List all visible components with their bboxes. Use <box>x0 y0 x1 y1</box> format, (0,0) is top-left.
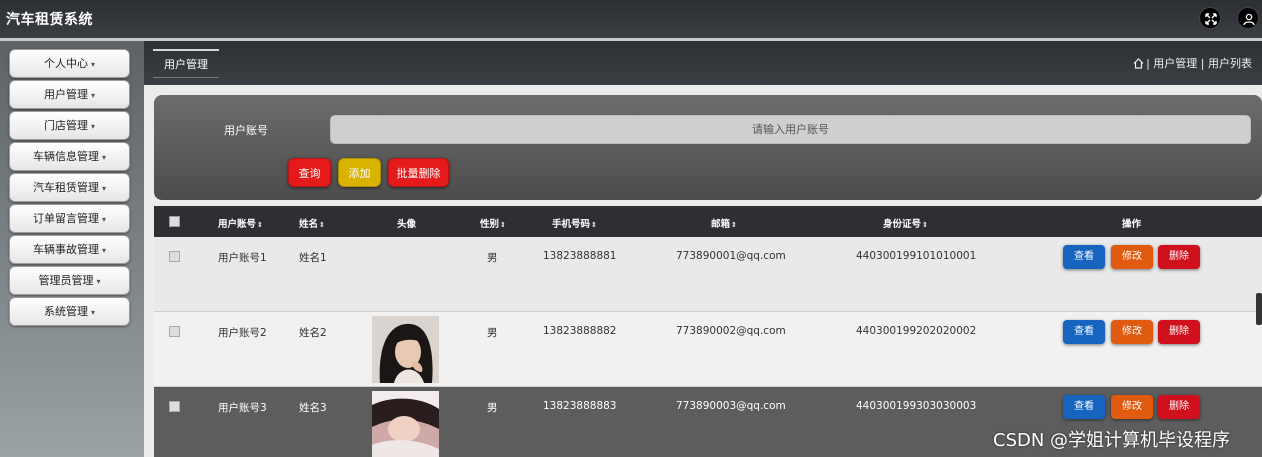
sort-icon[interactable]: ⇕ <box>257 221 263 229</box>
chevron-down-icon: ▾ <box>90 122 95 131</box>
cell-gender: 男 <box>487 327 498 339</box>
column-header-avatar: 头像 <box>397 219 417 230</box>
cell-name: 姓名2 <box>299 327 327 339</box>
tab-user-management[interactable]: 用户管理 <box>153 49 219 78</box>
cell-gender: 男 <box>487 402 498 414</box>
account-search-input[interactable] <box>330 115 1251 144</box>
top-bar: 汽车租赁系统 <box>0 0 1262 38</box>
app-title: 汽车租赁系统 <box>6 12 93 28</box>
sort-icon[interactable]: ⇕ <box>731 221 737 229</box>
breadcrumb-path: | 用户管理 | 用户列表 <box>1146 57 1252 70</box>
cell-account: 用户账号2 <box>218 327 267 339</box>
account-search-label: 用户账号 <box>224 124 268 137</box>
cell-idcard: 440300199101010001 <box>856 250 977 262</box>
column-header-email[interactable]: 邮箱⇕ <box>711 216 737 230</box>
delete-button[interactable]: 删除 <box>1158 245 1200 269</box>
sidebar-item-label: 车辆事故管理 <box>32 243 99 256</box>
cell-gender: 男 <box>487 252 498 264</box>
cell-phone: 13823888881 <box>543 250 617 262</box>
breadcrumb: | 用户管理 | 用户列表 <box>1133 55 1252 72</box>
sidebar-item-label: 订单留言管理 <box>32 212 99 225</box>
search-panel: 用户账号 查询 添加 批量删除 <box>154 95 1262 200</box>
sort-icon[interactable]: ⇕ <box>922 221 928 229</box>
chevron-down-icon: ▾ <box>96 277 101 286</box>
cell-email: 773890003@qq.com <box>676 400 786 412</box>
row-checkbox[interactable] <box>169 326 180 337</box>
sidebar-item-order-messages[interactable]: 订单留言管理 ▾ <box>9 204 130 233</box>
tab-bar: 用户管理 | 用户管理 | 用户列表 <box>144 41 1262 85</box>
sidebar-item-label: 汽车租赁管理 <box>32 181 99 194</box>
sidebar-item-vehicle-info[interactable]: 车辆信息管理 ▾ <box>9 142 130 171</box>
cell-account: 用户账号1 <box>218 252 267 264</box>
cell-phone: 13823888883 <box>543 400 617 412</box>
view-button[interactable]: 查看 <box>1063 320 1105 344</box>
chevron-down-icon: ▾ <box>101 246 106 255</box>
cell-phone: 13823888882 <box>543 325 617 337</box>
main-content: 用户管理 | 用户管理 | 用户列表 用户账号 查询 添加 批量删除 用户账号⇕… <box>144 41 1262 457</box>
sidebar-item-label: 个人中心 <box>43 57 88 70</box>
chevron-down-icon: ▾ <box>90 91 95 100</box>
cell-idcard: 440300199202020002 <box>856 325 977 337</box>
add-button[interactable]: 添加 <box>338 158 381 187</box>
table-row: 用户账号1 姓名1 男 13823888881 773890001@qq.com… <box>154 237 1262 312</box>
sidebar-item-car-rental[interactable]: 汽车租赁管理 ▾ <box>9 173 130 202</box>
sidebar-item-personal-center[interactable]: 个人中心 ▾ <box>9 49 130 78</box>
sort-icon[interactable]: ⇕ <box>319 221 325 229</box>
chevron-down-icon: ▾ <box>101 184 106 193</box>
view-button[interactable]: 查看 <box>1063 395 1105 419</box>
row-checkbox[interactable] <box>169 251 180 262</box>
table-row: 用户账号2 姓名2 男 13823888882 773890002@qq.com… <box>154 312 1262 387</box>
home-icon[interactable] <box>1133 58 1144 72</box>
chevron-down-icon: ▾ <box>101 153 106 162</box>
select-all-checkbox[interactable] <box>169 216 180 227</box>
edit-button[interactable]: 修改 <box>1111 320 1153 344</box>
scrollbar-thumb[interactable] <box>1256 293 1262 325</box>
sidebar-item-label: 用户管理 <box>43 88 88 101</box>
column-header-gender[interactable]: 性别⇕ <box>480 216 506 230</box>
batch-delete-button[interactable]: 批量删除 <box>388 158 449 187</box>
cell-name: 姓名1 <box>299 252 327 264</box>
sidebar-item-system-management[interactable]: 系统管理 ▾ <box>9 297 130 326</box>
cell-account: 用户账号3 <box>218 402 267 414</box>
sidebar-item-label: 车辆信息管理 <box>32 150 99 163</box>
sidebar-item-admin-management[interactable]: 管理员管理 ▾ <box>9 266 130 295</box>
delete-button[interactable]: 删除 <box>1158 320 1200 344</box>
column-header-account[interactable]: 用户账号⇕ <box>218 216 263 230</box>
sidebar-item-label: 门店管理 <box>43 119 88 132</box>
sort-icon[interactable]: ⇕ <box>591 221 597 229</box>
chevron-down-icon: ▾ <box>101 215 106 224</box>
avatar <box>372 391 439 457</box>
sidebar-item-user-management[interactable]: 用户管理 ▾ <box>9 80 130 109</box>
avatar <box>372 316 439 383</box>
query-button[interactable]: 查询 <box>288 158 331 187</box>
column-header-actions: 操作 <box>1122 219 1142 230</box>
column-header-name[interactable]: 姓名⇕ <box>299 216 325 230</box>
edit-button[interactable]: 修改 <box>1111 245 1153 269</box>
sort-icon[interactable]: ⇕ <box>500 221 506 229</box>
column-header-phone[interactable]: 手机号码⇕ <box>552 216 597 230</box>
user-icon[interactable] <box>1237 7 1259 29</box>
column-header-idcard[interactable]: 身份证号⇕ <box>883 216 928 230</box>
user-table: 用户账号⇕ 姓名⇕ 头像 性别⇕ 手机号码⇕ 邮箱⇕ 身份证号⇕ 操作 用户账号… <box>154 206 1262 457</box>
chevron-down-icon: ▾ <box>90 60 95 69</box>
fullscreen-icon[interactable] <box>1199 7 1221 29</box>
cell-email: 773890002@qq.com <box>676 325 786 337</box>
table-header: 用户账号⇕ 姓名⇕ 头像 性别⇕ 手机号码⇕ 邮箱⇕ 身份证号⇕ 操作 <box>154 206 1262 237</box>
cell-name: 姓名3 <box>299 402 327 414</box>
row-checkbox[interactable] <box>169 401 180 412</box>
sidebar-item-vehicle-accidents[interactable]: 车辆事故管理 ▾ <box>9 235 130 264</box>
sidebar: 个人中心 ▾ 用户管理 ▾ 门店管理 ▾ 车辆信息管理 ▾ 汽车租赁管理 ▾ 订单留言管理… <box>0 41 144 457</box>
view-button[interactable]: 查看 <box>1063 245 1105 269</box>
sidebar-item-label: 管理员管理 <box>38 274 94 287</box>
edit-button[interactable]: 修改 <box>1111 395 1153 419</box>
delete-button[interactable]: 删除 <box>1158 395 1200 419</box>
chevron-down-icon: ▾ <box>90 308 95 317</box>
sidebar-item-label: 系统管理 <box>43 305 88 318</box>
sidebar-item-store-management[interactable]: 门店管理 ▾ <box>9 111 130 140</box>
watermark: CSDN @学姐计算机毕设程序 <box>993 430 1231 451</box>
cell-email: 773890001@qq.com <box>676 250 786 262</box>
cell-idcard: 440300199303030003 <box>856 400 977 412</box>
